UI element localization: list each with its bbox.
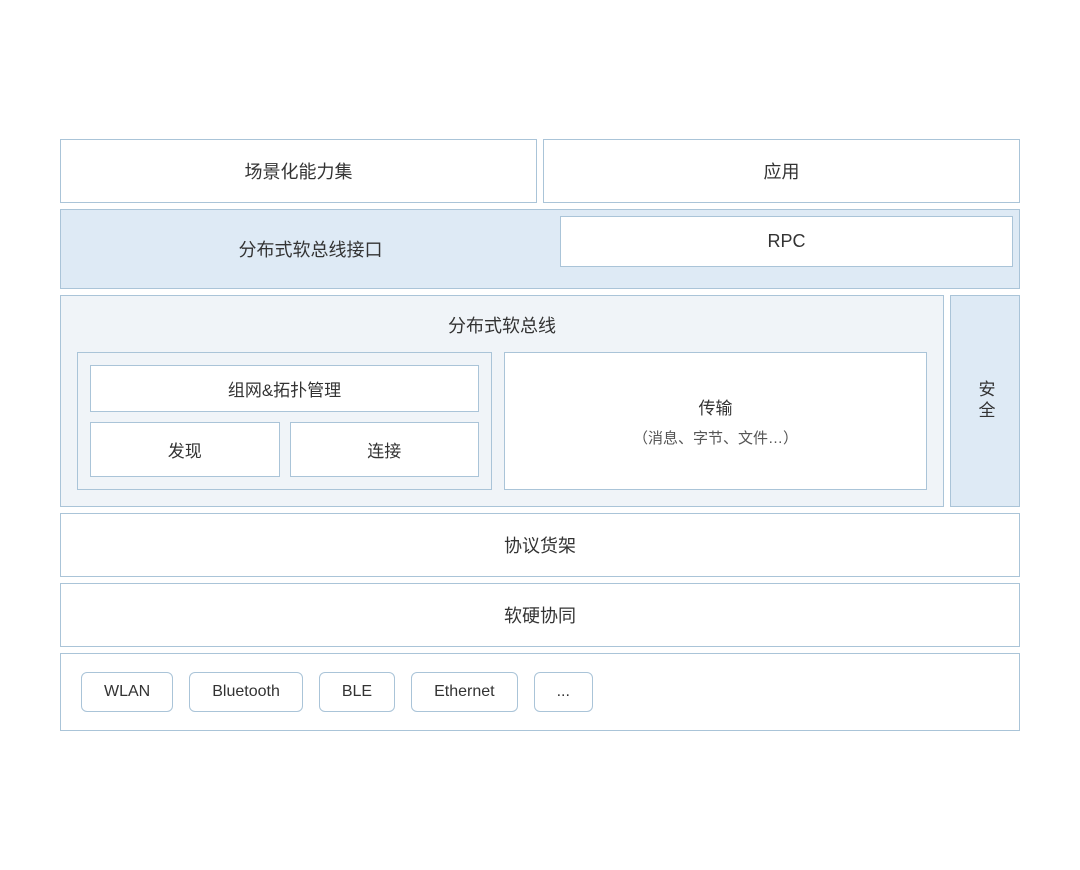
protocol-shelf-label: 协议货架 xyxy=(504,536,576,556)
chip-Bluetooth: Bluetooth xyxy=(189,672,303,712)
security-box: 安全 xyxy=(950,295,1020,507)
app-box: 应用 xyxy=(543,139,1020,203)
transport-title: 传输 xyxy=(699,394,733,419)
rpc-box: RPC xyxy=(560,216,1013,267)
discover-connect-row: 发现 连接 xyxy=(90,422,479,477)
network-column: 组网&拓扑管理 发现 连接 xyxy=(77,352,492,490)
transport-column: 传输 （消息、字节、文件…） xyxy=(504,352,927,490)
bus-interface-box: 分布式软总线接口 xyxy=(61,210,560,288)
security-label: 安全 xyxy=(973,380,998,422)
discover-label: 发现 xyxy=(168,442,202,461)
discover-box: 发现 xyxy=(90,422,280,477)
chip-WLAN: WLAN xyxy=(81,672,173,712)
rpc-column: RPC xyxy=(560,210,1019,288)
sw-hw-label: 软硬协同 xyxy=(504,606,576,626)
bus-interface-row: 分布式软总线接口 RPC xyxy=(60,209,1020,289)
main-row: 分布式软总线 组网&拓扑管理 发现 连接 xyxy=(60,295,1020,507)
connect-box: 连接 xyxy=(290,422,480,477)
architecture-diagram: 场景化能力集 应用 分布式软总线接口 RPC 分布式软总线 组网&拓扑管理 xyxy=(60,139,1020,731)
bus-interface-label: 分布式软总线接口 xyxy=(239,236,383,262)
dist-bus-title: 分布式软总线 xyxy=(77,312,927,342)
chip-BLE: BLE xyxy=(319,672,395,712)
protocol-shelf-box: 协议货架 xyxy=(60,513,1020,577)
rpc-label: RPC xyxy=(767,231,805,251)
network-topology-box: 组网&拓扑管理 xyxy=(90,365,479,412)
chip-Ethernet: Ethernet xyxy=(411,672,517,712)
top-row: 场景化能力集 应用 xyxy=(60,139,1020,203)
network-topology-label: 组网&拓扑管理 xyxy=(228,381,341,400)
chip-...: ... xyxy=(534,672,593,712)
scene-capability-box: 场景化能力集 xyxy=(60,139,537,203)
connect-label: 连接 xyxy=(367,442,401,461)
app-label: 应用 xyxy=(764,162,800,182)
dist-bus-box: 分布式软总线 组网&拓扑管理 发现 连接 xyxy=(60,295,944,507)
sw-hw-box: 软硬协同 xyxy=(60,583,1020,647)
scene-capability-label: 场景化能力集 xyxy=(245,162,353,182)
dist-bus-inner: 组网&拓扑管理 发现 连接 传输 （消息、字节、文件…） xyxy=(77,352,927,490)
transport-subtitle: （消息、字节、文件…） xyxy=(633,427,798,448)
chips-container: WLAN Bluetooth BLE Ethernet... xyxy=(60,653,1020,731)
